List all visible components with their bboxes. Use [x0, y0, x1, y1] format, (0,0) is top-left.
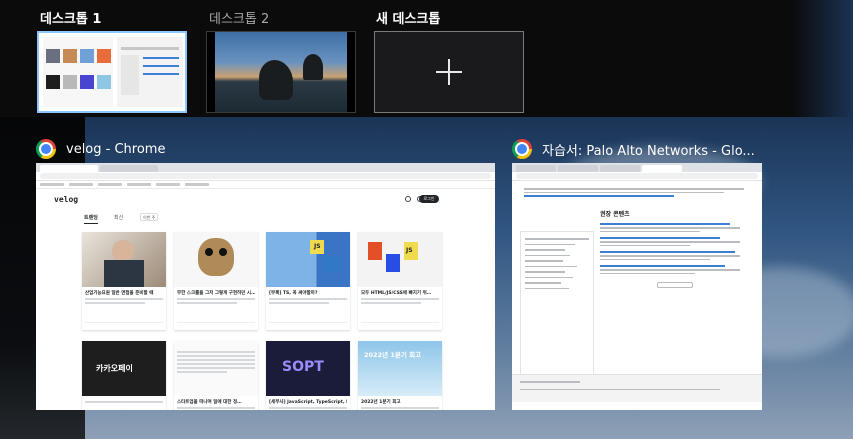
chrome-icon	[512, 139, 532, 159]
post-card: JS 모두 HTML/JS/CSS에 빠지기 위…	[358, 232, 442, 330]
mini-window-velog	[43, 37, 113, 107]
post-card: 무한 스크롤을 그저 그렇게 구현하던 시…	[174, 232, 258, 330]
desktop-1-thumbnail[interactable]	[37, 31, 187, 113]
post-card: 스타트업을 떠나며 일에 대한 정…	[174, 341, 258, 410]
post-card: 카카오페이	[82, 341, 166, 410]
period-select: 이번 주	[140, 213, 158, 221]
login-button: 로그인	[419, 195, 439, 203]
window-title: velog - Chrome	[66, 141, 166, 157]
tab-recent: 최신	[114, 215, 124, 221]
desktop-1-label: 데스크톱 1	[40, 12, 102, 27]
mini-window-palo	[117, 37, 183, 107]
post-card: SOPT [세부사] JavaScript, TypeScript, Nod…	[266, 341, 350, 410]
window-header-velog[interactable]: velog - Chrome	[36, 139, 165, 159]
theme-icon	[405, 196, 411, 202]
chrome-icon	[36, 139, 56, 159]
velog-logo: velog	[54, 195, 79, 204]
window-title: 자습서: Palo Alto Networks - Glo...	[542, 143, 755, 159]
post-card: 2022년 1분기 회고 2022년 1분기 회고	[358, 341, 442, 410]
desktop-2-thumbnail[interactable]	[206, 31, 356, 113]
window-header-palo-alto[interactable]: 자습서: Palo Alto Networks - Glo...	[512, 139, 755, 159]
desktop-2-label: 데스크톱 2	[209, 12, 270, 27]
plus-icon	[436, 59, 462, 85]
toc-sidebar	[520, 231, 594, 391]
recommended-heading: 권장 콘텐츠	[600, 211, 630, 218]
new-desktop-label: 새 데스크톱	[376, 12, 441, 27]
post-card: 산업기능요원 일반 면접을 준비할 때	[82, 232, 166, 330]
post-card: JS [부록] TS, 꼭 써야할까?	[266, 232, 350, 330]
window-thumbnail-velog[interactable]: velog 로그인 트렌딩 최신 이번 주 산업기능요원 일반 면접을 준비할 …	[36, 163, 495, 410]
window-thumbnail-palo-alto[interactable]: 권장 콘텐츠	[512, 163, 762, 410]
tab-trending: 트렌딩	[84, 214, 98, 224]
new-desktop-button[interactable]	[374, 31, 524, 113]
virtual-desktop-strip: 데스크톱 1 데스크톱 2 새 데스크톱	[0, 0, 853, 117]
